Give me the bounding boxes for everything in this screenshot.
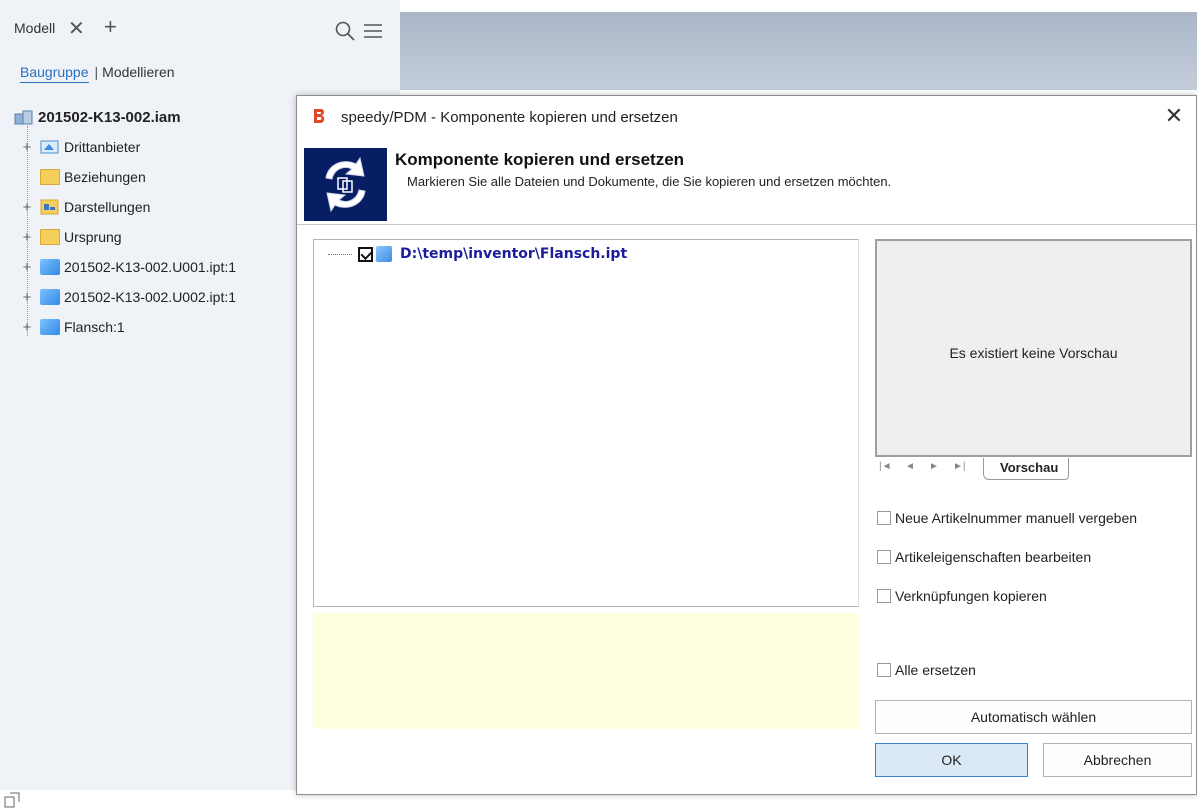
menu-icon[interactable] [362,20,384,42]
nav-last-icon[interactable]: ►| [953,461,966,472]
part-icon [40,289,60,305]
tree-item-drittanbieter[interactable]: + Drittanbieter [20,136,141,158]
tree-item-label: Darstellungen [64,199,151,215]
assembly-icon [14,109,34,125]
speedy-logo-icon [314,109,325,123]
option-label: Verknüpfungen kopieren [895,588,1047,604]
tree-item-label: Flansch:1 [64,319,125,335]
ok-button[interactable]: OK [875,743,1028,777]
tree-item-beziehungen[interactable]: Beziehungen [40,166,146,188]
option-label: Neue Artikelnummer manuell vergeben [895,510,1138,526]
copy-replace-icon [304,148,387,221]
option-neue-artikelnummer[interactable]: Neue Artikelnummer manuell vergeben [877,510,1137,526]
tree-item-label: Beziehungen [64,169,146,185]
tree-item-label: 201502-K13-002.U002.ipt:1 [64,289,237,305]
file-entry[interactable]: D:\temp\inventor\Flansch.ipt [328,246,627,262]
add-tab-icon[interactable]: + [104,14,117,40]
tab-vorschau[interactable]: Vorschau [983,458,1070,480]
checkbox[interactable] [877,589,891,603]
tree-item-u001[interactable]: + 201502-K13-002.U001.ipt:1 [20,256,236,278]
search-icon[interactable] [334,20,356,42]
graphics-viewport[interactable] [400,12,1197,90]
tree-item-u002[interactable]: + 201502-K13-002.U002.ipt:1 [20,286,236,308]
part-icon [376,246,392,262]
tree-item-ursprung[interactable]: + Ursprung [20,226,122,248]
third-party-icon [40,139,60,155]
file-entry-checkbox[interactable] [358,246,373,262]
preview-panel: Es existiert keine Vorschau [875,239,1192,457]
nav-first-icon[interactable]: |◄ [879,461,892,472]
image-link-icon [4,792,20,808]
tab-modell[interactable]: Modell [14,20,55,36]
mode-separator: | [94,64,99,80]
expand-icon[interactable]: + [20,289,34,306]
checkbox[interactable] [877,663,891,677]
option-verknuepfungen[interactable]: Verknüpfungen kopieren [877,588,1047,604]
representations-icon [40,199,60,215]
tree-item-label: Drittanbieter [64,139,141,155]
dialog-subtitle: Markieren Sie alle Dateien und Dokumente… [407,174,892,189]
tree-item-label: Ursprung [64,229,122,245]
dialog-title: speedy/PDM - Komponente kopieren und ers… [341,109,678,126]
expand-icon[interactable]: + [20,259,34,276]
tree-connector [328,253,352,255]
preview-empty-text: Es existiert keine Vorschau [949,345,1118,361]
tree-item-darstellungen[interactable]: + Darstellungen [20,196,151,218]
folder-icon [40,229,60,245]
browser-header: Modell ✕ + [0,12,400,52]
tab-baugruppe[interactable]: Baugruppe [20,64,89,83]
checkbox[interactable] [877,511,891,525]
close-tab-icon[interactable]: ✕ [68,16,85,41]
dialog-banner: Komponente kopieren und ersetzen Markier… [297,138,1196,224]
file-entry-path: D:\temp\inventor\Flansch.ipt [400,246,628,262]
divider [297,224,1196,225]
expand-icon[interactable]: + [20,319,34,336]
copy-replace-dialog: speedy/PDM - Komponente kopieren und ers… [296,95,1197,795]
auto-select-button[interactable]: Automatisch wählen [875,700,1192,734]
option-artikeleigenschaften[interactable]: Artikeleigenschaften bearbeiten [877,549,1091,565]
tab-modellieren[interactable]: Modellieren [102,64,174,80]
mode-switch: Baugruppe | Modellieren [20,64,175,83]
nav-prev-icon[interactable]: ◄ [905,461,915,472]
checkbox[interactable] [877,550,891,564]
cancel-button[interactable]: Abbrechen [1043,743,1192,777]
folder-icon [40,169,60,185]
tree-root-label: 201502-K13-002.iam [38,108,181,126]
expand-icon[interactable]: + [20,229,34,246]
option-label: Alle ersetzen [895,662,976,678]
nav-next-icon[interactable]: ► [929,461,939,472]
preview-tab-strip: |◄ ◄ ► ►| Vorschau [875,458,1192,480]
option-label: Artikeleigenschaften bearbeiten [895,549,1092,565]
tree-root[interactable]: 201502-K13-002.iam [14,106,181,128]
tree-item-flansch[interactable]: + Flansch:1 [20,316,125,338]
part-icon [40,319,60,335]
info-panel [313,613,859,729]
option-alle-ersetzen[interactable]: Alle ersetzen [877,662,976,678]
expand-icon[interactable]: + [20,199,34,216]
dialog-title-bar[interactable]: speedy/PDM - Komponente kopieren und ers… [297,96,1196,138]
dialog-heading: Komponente kopieren und ersetzen [395,150,685,169]
expand-icon[interactable]: + [20,139,34,156]
file-tree-panel[interactable]: D:\temp\inventor\Flansch.ipt [313,239,859,607]
part-icon [40,259,60,275]
tree-item-label: 201502-K13-002.U001.ipt:1 [64,259,237,275]
close-button[interactable]: ✕ [1160,102,1188,130]
